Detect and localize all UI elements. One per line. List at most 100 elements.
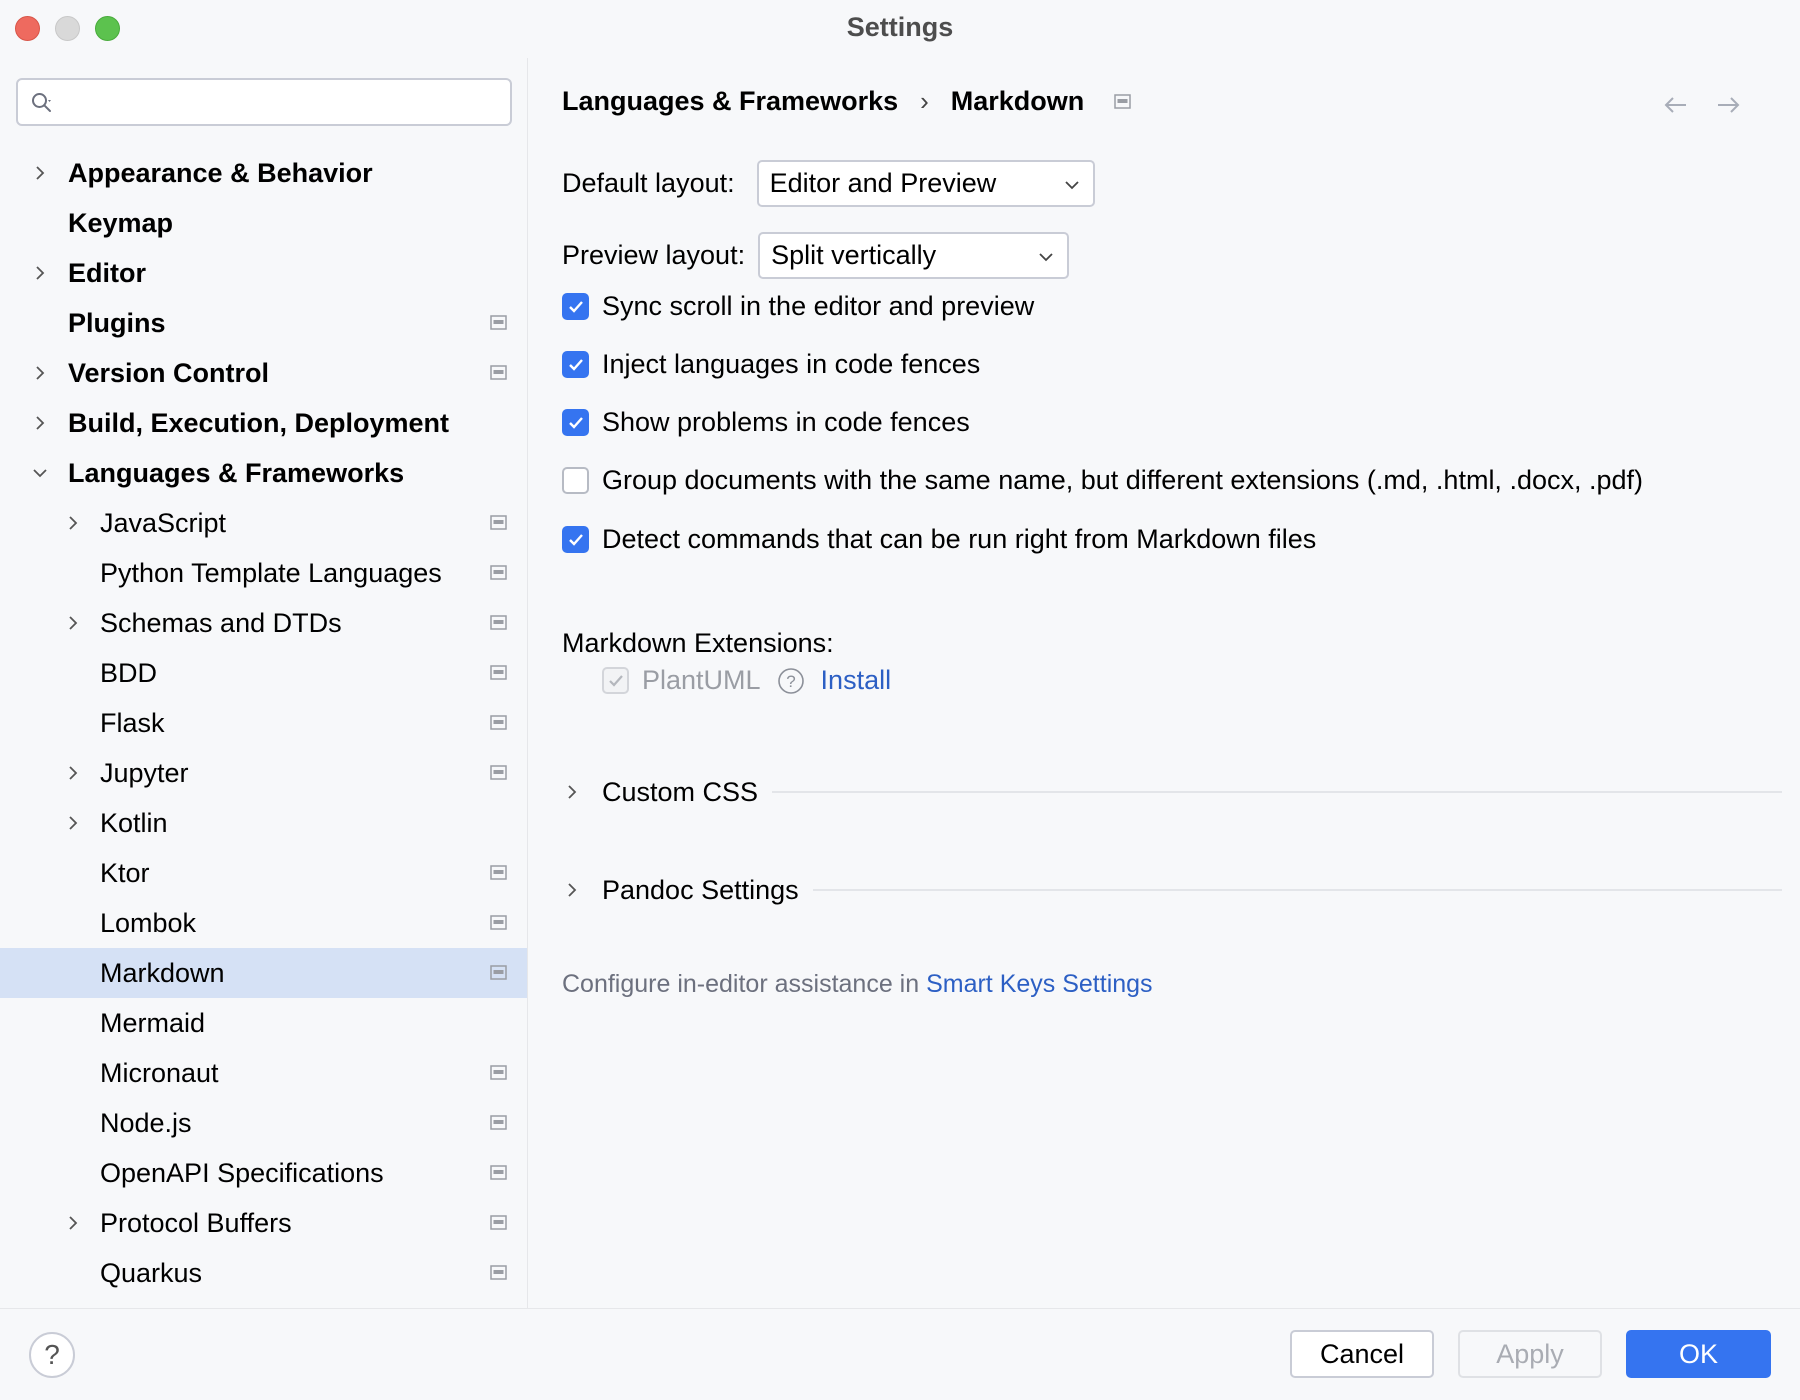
project-level-icon xyxy=(490,315,507,330)
checkbox[interactable] xyxy=(562,351,589,378)
checkbox[interactable] xyxy=(562,409,589,436)
settings-tree: Appearance & Behavior Keymap Editor Plugins… xyxy=(0,148,527,1298)
sidebar-item-quarkus[interactable]: Quarkus xyxy=(0,1248,527,1298)
sidebar-item-languages-frameworks[interactable]: Languages & Frameworks xyxy=(0,448,527,498)
project-level-icon xyxy=(490,1265,507,1280)
preview-layout-value: Split vertically xyxy=(771,240,937,270)
sidebar-item-openapi-specifications[interactable]: OpenAPI Specifications xyxy=(0,1148,527,1198)
sidebar-item-flask[interactable]: Flask xyxy=(0,698,527,748)
sidebar-item-label: Quarkus xyxy=(100,1257,203,1288)
sidebar-item-appearance-behavior[interactable]: Appearance & Behavior xyxy=(0,148,527,198)
default-layout-value: Editor and Preview xyxy=(769,168,997,198)
sidebar-item-label: Node.js xyxy=(100,1107,192,1138)
preview-layout-row: Preview layout: Split vertically xyxy=(562,232,1070,279)
sidebar-item-label: Languages & Frameworks xyxy=(68,457,405,488)
ok-button[interactable]: OK xyxy=(1626,1330,1771,1378)
option-inject-languages-in-code-fences[interactable]: Inject languages in code fences xyxy=(562,349,980,380)
divider xyxy=(812,889,1782,891)
pandoc-settings-section[interactable]: Pandoc Settings xyxy=(562,870,1782,910)
sidebar-item-label: Python Template Languages xyxy=(100,557,442,588)
custom-css-label: Custom CSS xyxy=(602,776,759,807)
sidebar-item-micronaut[interactable]: Micronaut xyxy=(0,1048,527,1098)
project-level-icon xyxy=(490,515,507,530)
sidebar-item-ktor[interactable]: Ktor xyxy=(0,848,527,898)
sidebar-item-bdd[interactable]: BDD xyxy=(0,648,527,698)
back-arrow-icon[interactable] xyxy=(1661,90,1691,120)
breadcrumb-parent[interactable]: Languages & Frameworks xyxy=(562,86,898,117)
checkbox-label: Detect commands that can be run right fr… xyxy=(602,524,1317,554)
sidebar-item-version-control[interactable]: Version Control xyxy=(0,348,527,398)
sidebar-item-label: Flask xyxy=(100,707,165,738)
option-detect-commands-that-can-be-run-right-fr[interactable]: Detect commands that can be run right fr… xyxy=(562,524,1316,555)
preview-layout-select[interactable]: Split vertically xyxy=(758,232,1070,279)
title-bar: Settings xyxy=(0,0,1800,58)
chevron-right-icon[interactable] xyxy=(30,263,50,283)
checkbox[interactable] xyxy=(562,526,589,553)
sidebar-item-node-js[interactable]: Node.js xyxy=(0,1098,527,1148)
chevron-right-icon xyxy=(568,883,577,897)
chevron-down-icon xyxy=(1039,253,1053,262)
chevron-right-icon[interactable] xyxy=(63,813,83,833)
chevron-right-icon[interactable] xyxy=(30,163,50,183)
sidebar-item-label: Micronaut xyxy=(100,1057,219,1088)
checkbox-label: Inject languages in code fences xyxy=(602,349,981,379)
sidebar-item-label: Protocol Buffers xyxy=(100,1207,292,1238)
option-group-documents-with-the-same-name-but-d[interactable]: Group documents with the same name, but … xyxy=(562,465,1643,496)
project-level-icon xyxy=(490,1115,507,1130)
extension-name: PlantUML xyxy=(642,665,761,695)
custom-css-section[interactable]: Custom CSS xyxy=(562,772,1782,812)
project-level-icon xyxy=(490,565,507,580)
chevron-right-icon[interactable] xyxy=(30,413,50,433)
chevron-down-icon[interactable] xyxy=(30,463,50,483)
sidebar-item-protocol-buffers[interactable]: Protocol Buffers xyxy=(0,1198,527,1248)
svg-text:?: ? xyxy=(786,672,795,691)
smart-keys-link[interactable]: Smart Keys Settings xyxy=(926,970,1152,998)
plantuml-checkbox xyxy=(602,667,629,694)
help-button[interactable]: ? xyxy=(29,1332,75,1378)
pandoc-settings-label: Pandoc Settings xyxy=(602,874,799,905)
default-layout-select[interactable]: Editor and Preview xyxy=(756,160,1095,207)
chevron-right-icon[interactable] xyxy=(63,1213,83,1233)
divider xyxy=(772,791,1782,793)
breadcrumb: Languages & Frameworks › Markdown xyxy=(562,86,1132,117)
sidebar-item-schemas-and-dtds[interactable]: Schemas and DTDs xyxy=(0,598,527,648)
search-icon xyxy=(32,93,51,112)
checkbox[interactable] xyxy=(562,467,589,494)
sidebar-item-label: Keymap xyxy=(68,207,174,238)
forward-arrow-icon[interactable] xyxy=(1713,90,1743,120)
option-show-problems-in-code-fences[interactable]: Show problems in code fences xyxy=(562,407,970,438)
sidebar-item-plugins[interactable]: Plugins xyxy=(0,298,527,348)
chevron-right-icon[interactable] xyxy=(30,363,50,383)
default-layout-label: Default layout: xyxy=(562,168,735,198)
project-level-icon xyxy=(490,1065,507,1080)
chevron-right-icon[interactable] xyxy=(63,613,83,633)
chevron-right-icon[interactable] xyxy=(63,763,83,783)
chevron-right-icon xyxy=(568,785,577,799)
sidebar-item-editor[interactable]: Editor xyxy=(0,248,527,298)
project-level-icon xyxy=(490,665,507,680)
sidebar-item-markdown[interactable]: Markdown xyxy=(0,948,527,998)
cancel-button[interactable]: Cancel xyxy=(1290,1330,1434,1378)
sidebar-item-mermaid[interactable]: Mermaid xyxy=(0,998,527,1048)
install-link[interactable]: Install xyxy=(821,665,892,696)
checkbox[interactable] xyxy=(562,293,589,320)
sidebar-item-python-template-languages[interactable]: Python Template Languages xyxy=(0,548,527,598)
dialog-footer: ? Cancel Apply OK xyxy=(0,1308,1800,1400)
sidebar-item-keymap[interactable]: Keymap xyxy=(0,198,527,248)
project-level-icon xyxy=(490,615,507,630)
option-sync-scroll-in-the-editor-and-preview[interactable]: Sync scroll in the editor and preview xyxy=(562,291,1034,322)
sidebar-item-label: Markdown xyxy=(100,957,225,988)
sidebar-item-label: Mermaid xyxy=(100,1007,206,1038)
project-level-icon xyxy=(490,715,507,730)
search-input[interactable] xyxy=(68,86,498,118)
chevron-right-icon[interactable] xyxy=(63,513,83,533)
apply-button[interactable]: Apply xyxy=(1458,1330,1602,1378)
sidebar-item-build-execution-deployment[interactable]: Build, Execution, Deployment xyxy=(0,398,527,448)
sidebar-item-jupyter[interactable]: Jupyter xyxy=(0,748,527,798)
sidebar-item-kotlin[interactable]: Kotlin xyxy=(0,798,527,848)
help-icon[interactable]: ? xyxy=(777,667,805,695)
search-box[interactable] xyxy=(16,78,512,126)
sidebar-item-javascript[interactable]: JavaScript xyxy=(0,498,527,548)
project-level-icon xyxy=(490,1165,507,1180)
sidebar-item-lombok[interactable]: Lombok xyxy=(0,898,527,948)
